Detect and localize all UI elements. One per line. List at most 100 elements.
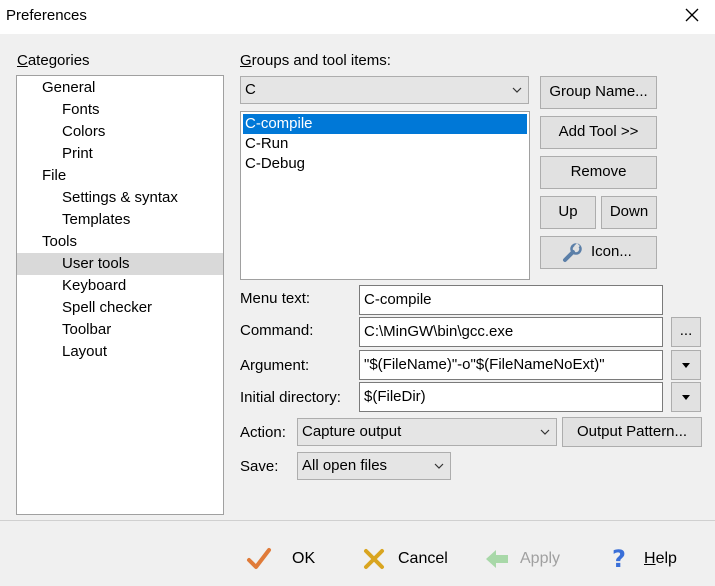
category-item-label: Toolbar [62,321,112,338]
category-item-label: Keyboard [62,277,127,294]
help-accel: H [644,550,656,567]
category-item[interactable]: Spell checker [17,297,223,319]
save-label-text: Save: [240,458,279,475]
cancel-button-label: Cancel [398,550,448,567]
tool-item[interactable]: C-Run [243,134,527,154]
down-button-label: Down [609,203,649,220]
category-item[interactable]: Fonts [17,99,223,121]
category-item-label: Fonts [62,101,100,118]
icon-button-label: Icon... [591,243,632,260]
categories-label: Categories [17,52,90,69]
category-item[interactable]: Colors [17,121,223,143]
menu-text-value: C-compile [364,291,432,308]
category-item[interactable]: User tools [17,253,223,275]
category-item[interactable]: Tools [17,231,223,253]
menu-text-field[interactable]: C-compile [359,285,663,315]
footer-separator [0,520,715,521]
category-item[interactable]: Layout [17,341,223,363]
initial-directory-value: $(FileDir) [364,388,426,405]
down-button[interactable]: Down [601,196,657,229]
group-name-button[interactable]: Group Name... [540,76,657,109]
chevron-down-icon [434,463,444,469]
action-select-value: Capture output [302,423,402,440]
tools-list[interactable]: C-compile C-Run C-Debug [240,111,530,280]
chevron-down-icon [512,87,522,93]
group-name-button-label: Group Name... [549,83,648,100]
remove-button[interactable]: Remove [540,156,657,189]
menu-text-label-text: Menu text: [240,290,311,307]
action-label-text: Action: [240,424,286,441]
menu-text-label: Menu text: [240,290,310,307]
window-title: Preferences [6,7,87,24]
action-select[interactable]: Capture output [297,418,557,446]
groups-label-rest: roups and tool items: [251,52,391,69]
command-label: Command: [240,322,313,339]
browse-command-button[interactable]: ... [671,317,701,347]
categories-label-rest: ategories [27,52,90,69]
category-item[interactable]: Toolbar [17,319,223,341]
cancel-button[interactable]: Cancel [362,542,472,576]
groups-label-accel: G [240,52,252,69]
category-item[interactable]: General [17,77,223,99]
help-button-label: Help [644,542,677,576]
command-field[interactable]: C:\MinGW\bin\gcc.exe [359,317,663,347]
category-item[interactable]: Keyboard [17,275,223,297]
category-item-label: Spell checker [62,299,153,316]
group-select[interactable]: C [240,76,529,104]
save-label: Save: [240,458,278,475]
argument-label: Argument: [240,357,309,374]
category-item-label: Settings & syntax [62,189,178,206]
command-value: C:\MinGW\bin\gcc.exe [364,323,514,340]
close-icon[interactable] [683,6,701,24]
tool-item[interactable]: C-Debug [243,154,527,174]
category-item[interactable]: Print [17,143,223,165]
apply-arrow-icon [486,550,508,568]
tool-item-label: C-Run [245,135,289,152]
add-tool-button[interactable]: Add Tool >> [540,116,657,149]
initial-directory-menu-button[interactable] [671,382,701,412]
categories-tree[interactable]: General Fonts Colors Print File Settings & sy… [16,75,224,515]
save-select-value: All open files [302,457,388,474]
chevron-down-icon [682,395,690,400]
title-bar: Preferences [0,0,715,34]
apply-button-label: Apply [520,550,561,567]
ok-button[interactable]: OK [246,542,336,576]
groups-label: Groups and tool items: [240,52,391,69]
category-item-label: File [42,167,67,184]
argument-label-text: Argument: [240,357,310,374]
output-pattern-button[interactable]: Output Pattern... [562,417,702,447]
tool-item-label: C-Debug [245,155,306,172]
category-item[interactable]: File [17,165,223,187]
categories-label-accel: C [17,52,28,69]
cancel-x-icon [364,549,384,569]
category-item-label: Colors [62,123,106,140]
svg-text:?: ? [612,546,626,572]
apply-button[interactable]: Apply [484,542,584,576]
action-label: Action: [240,424,286,441]
argument-menu-button[interactable] [671,350,701,380]
help-button[interactable]: ? Help [608,542,698,576]
category-item-label: Tools [42,233,78,250]
initial-directory-label-text: Initial directory: [240,389,341,406]
chevron-down-icon [682,363,690,368]
output-pattern-button-label: Output Pattern... [576,423,688,440]
chevron-down-icon [540,429,550,435]
category-item-label: User tools [62,255,130,272]
category-item[interactable]: Templates [17,209,223,231]
argument-field[interactable]: "$(FileName)"-o"$(FileNameNoExt)" [359,350,663,380]
up-button-label: Up [558,203,578,220]
category-item-label: Templates [62,211,131,228]
browse-button-label: ... [679,322,693,339]
category-item-label: General [42,79,96,96]
save-select[interactable]: All open files [297,452,451,480]
command-label-text: Command: [240,322,314,339]
argument-value: "$(FileName)"-o"$(FileNameNoExt)" [364,356,605,373]
icon-button[interactable]: Icon... [540,236,657,269]
tool-item[interactable]: C-compile [243,114,527,134]
category-item[interactable]: Settings & syntax [17,187,223,209]
remove-button-label: Remove [570,163,627,180]
initial-directory-label: Initial directory: [240,389,341,406]
up-button[interactable]: Up [540,196,596,229]
category-item-label: Layout [62,343,108,360]
initial-directory-field[interactable]: $(FileDir) [359,382,663,412]
